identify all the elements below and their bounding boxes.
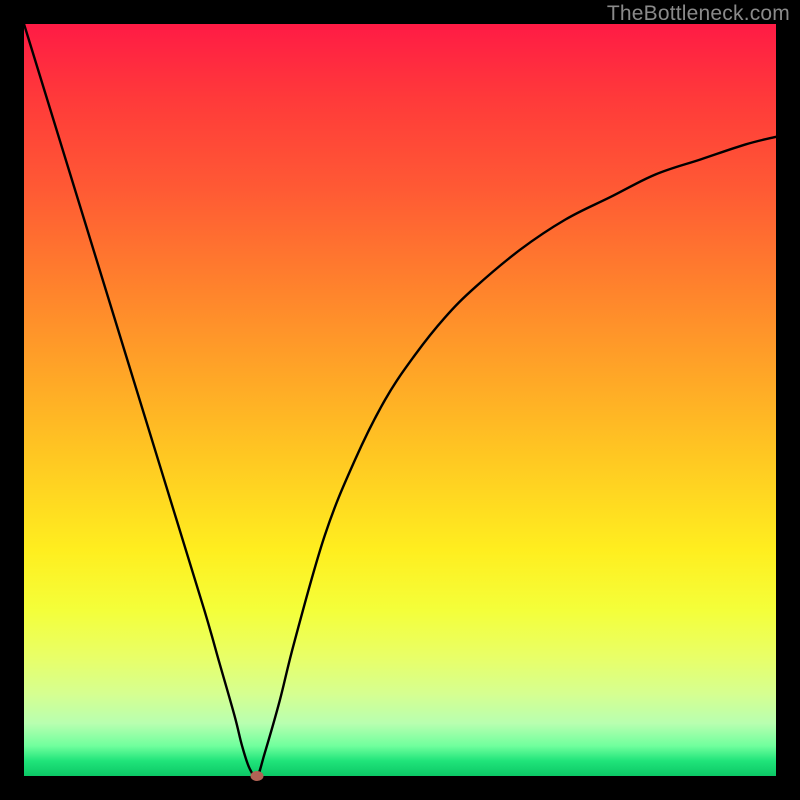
minimum-marker [251,771,264,781]
chart-frame: TheBottleneck.com [0,0,800,800]
bottleneck-curve [24,24,776,776]
curve-path [24,24,776,777]
plot-area [24,24,776,776]
watermark-text: TheBottleneck.com [607,2,790,26]
